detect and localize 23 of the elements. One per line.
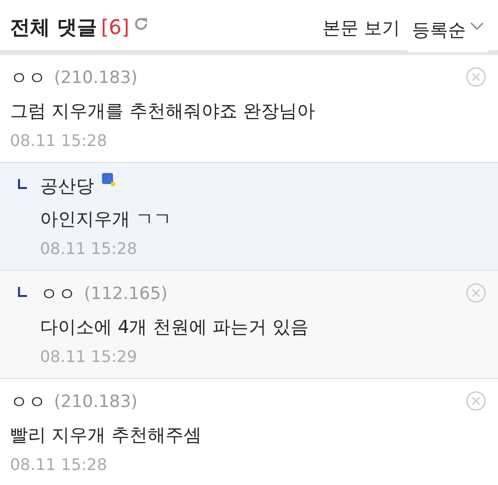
author-name: ㅇㅇ bbox=[10, 67, 46, 91]
comment-time: 08.11 15:28 bbox=[10, 454, 108, 476]
section-title: 전체 댓글 bbox=[10, 14, 97, 41]
ip-address: (112.165) bbox=[84, 282, 168, 306]
ip-address: (210.183) bbox=[54, 390, 138, 414]
view-post-link[interactable]: 본문 보기 bbox=[322, 15, 400, 42]
delete-icon[interactable] bbox=[466, 67, 486, 87]
comment-count: [6] bbox=[100, 14, 130, 41]
comment-text: 다이소에 4개 천원에 파는거 있음 bbox=[40, 316, 310, 340]
caret-icon bbox=[470, 21, 484, 31]
delete-icon[interactable] bbox=[466, 283, 486, 303]
delete-icon[interactable] bbox=[466, 391, 486, 411]
comment-time: 08.11 15:28 bbox=[10, 130, 108, 152]
comment-time: 08.11 15:28 bbox=[40, 238, 138, 260]
author-name: 공산당 bbox=[40, 175, 94, 199]
author-name: ㅇㅇ bbox=[40, 283, 76, 307]
comment-text: 빨리 지우개 추천해주셈 bbox=[10, 424, 202, 448]
refresh-icon[interactable] bbox=[133, 16, 150, 32]
author-name: ㅇㅇ bbox=[10, 391, 46, 415]
comment-text: 그럼 지우개를 추천해줘야죠 완장님아 bbox=[10, 100, 316, 124]
ip-address: (210.183) bbox=[54, 66, 138, 90]
comment-time: 08.11 15:29 bbox=[40, 346, 138, 368]
comment-text: 아인지우개 ㄱㄱ bbox=[40, 208, 173, 232]
